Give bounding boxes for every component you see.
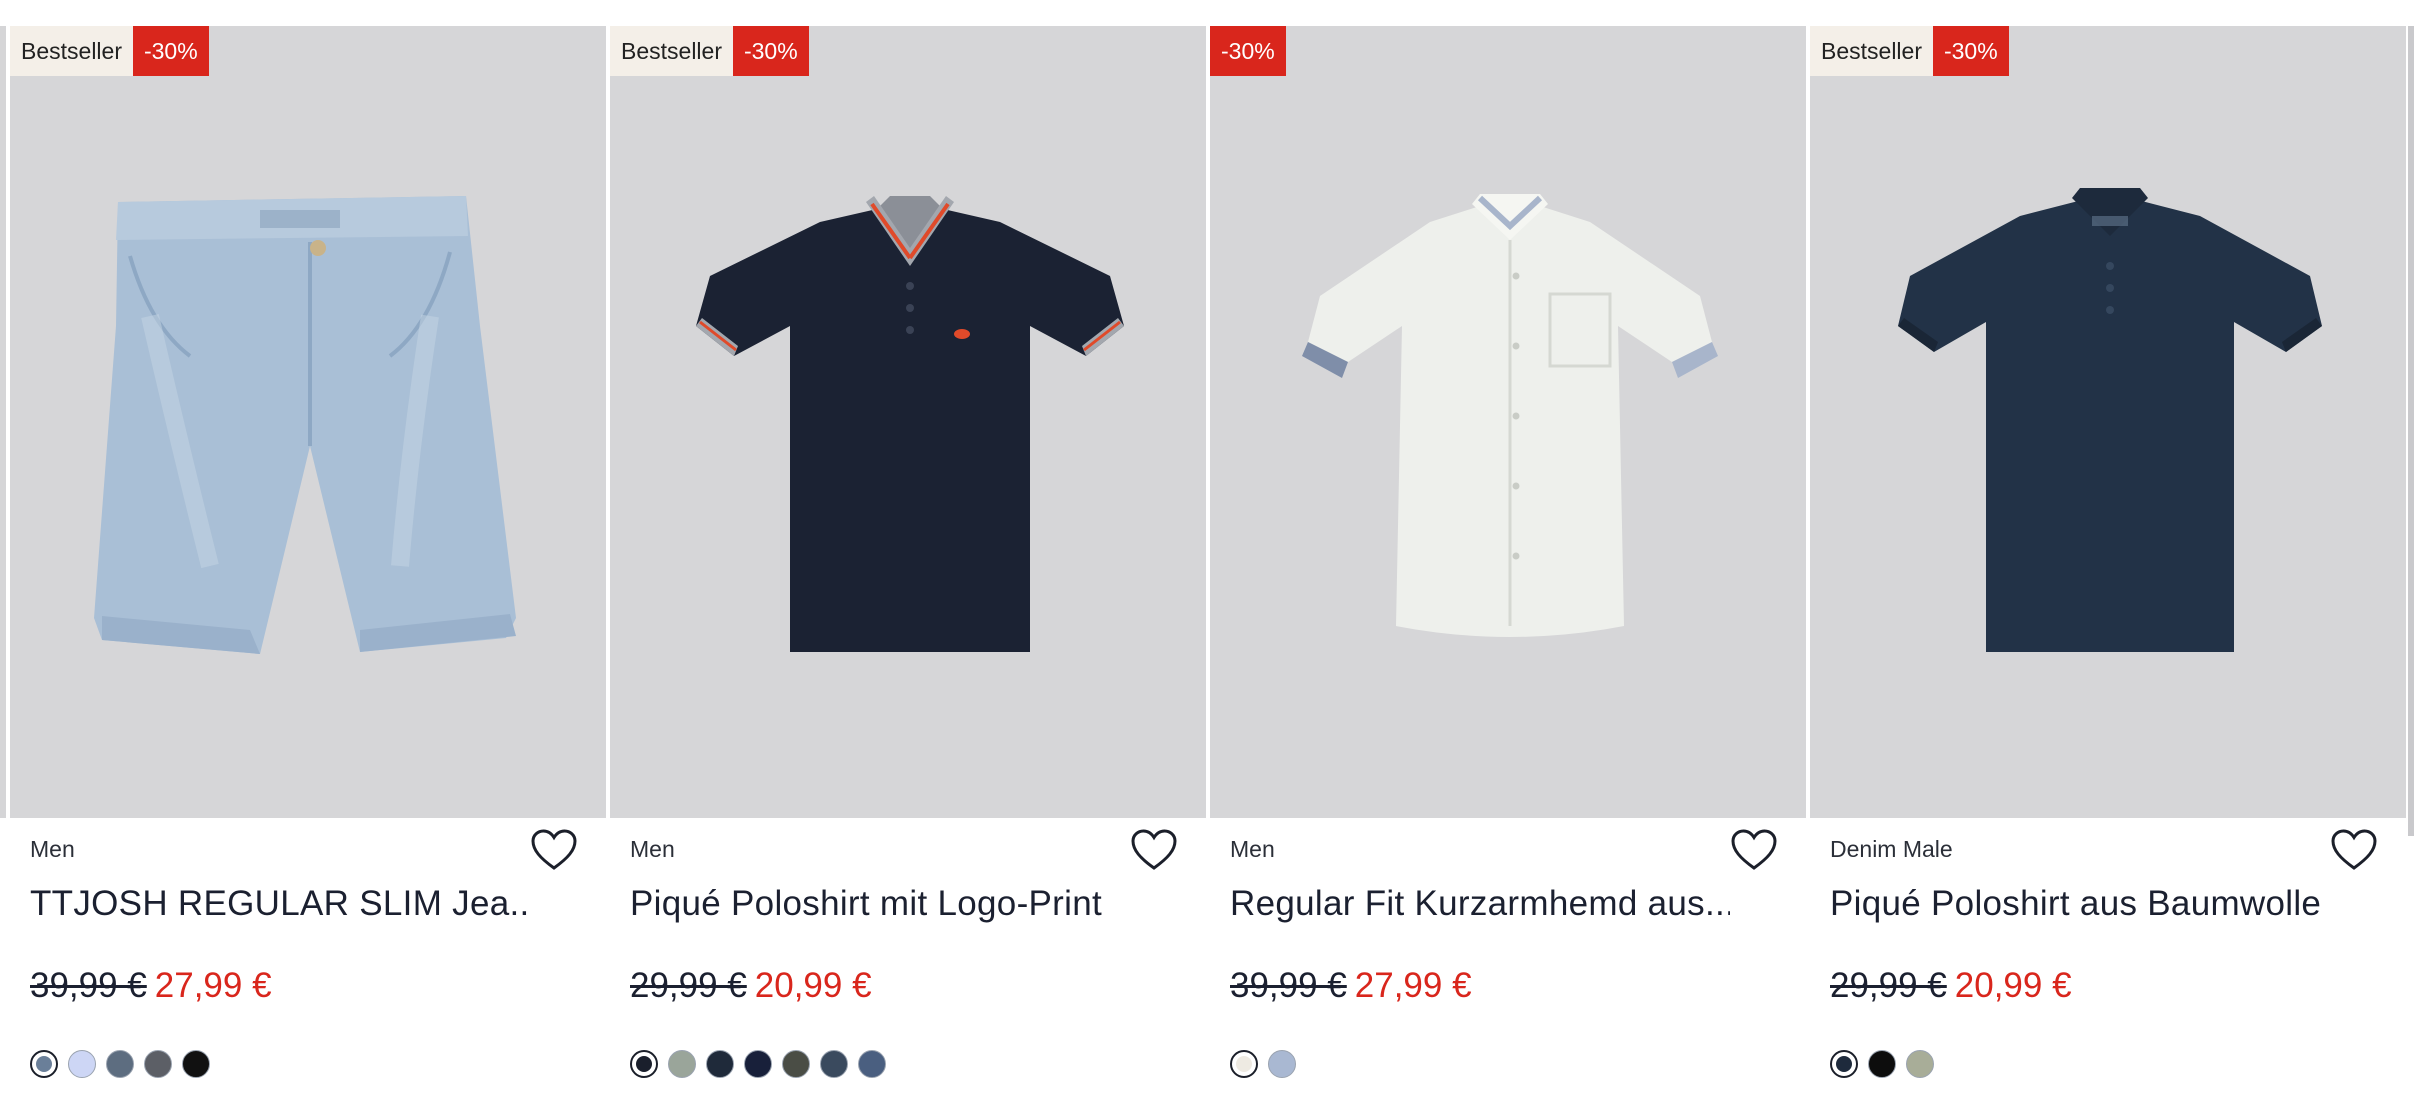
price: 39,99 €27,99 € — [1230, 966, 1472, 1006]
product-title[interactable]: Piqué Poloshirt mit Logo-Print — [630, 884, 1130, 924]
bestseller-badge: Bestseller — [1810, 26, 1933, 76]
product-card[interactable]: Bestseller -30% Men TTJOSH REGULAR SLIM … — [10, 26, 606, 1108]
color-swatches — [30, 1050, 210, 1078]
sale-price: 20,99 € — [754, 966, 872, 1005]
color-swatch[interactable] — [30, 1050, 58, 1078]
badges: -30% — [1210, 26, 1286, 76]
original-price: 29,99 € — [630, 966, 747, 1005]
color-swatch[interactable] — [668, 1050, 696, 1078]
price: 29,99 €20,99 € — [630, 966, 872, 1006]
bestseller-badge: Bestseller — [10, 26, 133, 76]
color-swatch[interactable] — [744, 1050, 772, 1078]
product-title[interactable]: Piqué Poloshirt aus Baumwolle — [1830, 884, 2330, 924]
discount-badge: -30% — [1210, 26, 1286, 76]
product-title[interactable]: TTJOSH REGULAR SLIM Jea... — [30, 884, 530, 924]
brand-label: Men — [30, 836, 75, 862]
color-swatch[interactable] — [144, 1050, 172, 1078]
sale-price: 20,99 € — [1954, 966, 2072, 1005]
discount-badge: -30% — [732, 26, 809, 76]
product-image[interactable]: -30% — [1210, 26, 1806, 818]
product-grid: Bestseller -30% Men TTJOSH REGULAR SLIM … — [0, 26, 2414, 1108]
wishlist-heart-icon[interactable] — [530, 828, 578, 872]
denim-shorts-image — [94, 196, 516, 654]
color-swatches — [1830, 1050, 1934, 1078]
color-swatch[interactable] — [1868, 1050, 1896, 1078]
product-image[interactable]: Bestseller -30% — [10, 26, 606, 818]
color-swatch[interactable] — [1268, 1050, 1296, 1078]
price: 29,99 €20,99 € — [1830, 966, 2072, 1006]
color-swatch[interactable] — [106, 1050, 134, 1078]
white-shirt-image — [1302, 194, 1718, 637]
product-card[interactable]: Bestseller -30% Men Piqué Poloshirt mit … — [610, 26, 1206, 1108]
wishlist-heart-icon[interactable] — [2330, 828, 2378, 872]
color-swatch[interactable] — [858, 1050, 886, 1078]
wishlist-heart-icon[interactable] — [1130, 828, 1178, 872]
color-swatch[interactable] — [1906, 1050, 1934, 1078]
navy-polo-image — [1898, 188, 2322, 652]
brand-label: Men — [630, 836, 675, 862]
color-swatches — [630, 1050, 886, 1078]
product-image[interactable]: Bestseller -30% — [1810, 26, 2406, 818]
product-title[interactable]: Regular Fit Kurzarmhemd aus... — [1230, 884, 1730, 924]
bestseller-badge: Bestseller — [610, 26, 733, 76]
product-card[interactable]: Bestseller -30% Denim Male Piqué Poloshi… — [1810, 26, 2406, 1108]
original-price: 39,99 € — [30, 966, 147, 1005]
color-swatch[interactable] — [706, 1050, 734, 1078]
color-swatch[interactable] — [1830, 1050, 1858, 1078]
discount-badge: -30% — [1932, 26, 2009, 76]
sale-price: 27,99 € — [1354, 966, 1472, 1005]
sale-price: 27,99 € — [154, 966, 272, 1005]
price: 39,99 €27,99 € — [30, 966, 272, 1006]
badges: Bestseller -30% — [610, 26, 809, 76]
discount-badge: -30% — [132, 26, 209, 76]
next-card-edge — [2408, 26, 2414, 836]
color-swatches — [1230, 1050, 1296, 1078]
wishlist-heart-icon[interactable] — [1730, 828, 1778, 872]
badges: Bestseller -30% — [1810, 26, 2009, 76]
product-image[interactable]: Bestseller -30% — [610, 26, 1206, 818]
color-swatch[interactable] — [182, 1050, 210, 1078]
color-swatch[interactable] — [68, 1050, 96, 1078]
product-card[interactable]: -30% Men Regular Fit Kurzarmhemd aus... … — [1210, 26, 1806, 1108]
color-swatch[interactable] — [630, 1050, 658, 1078]
brand-label: Men — [1230, 836, 1275, 862]
color-swatch[interactable] — [1230, 1050, 1258, 1078]
color-swatch[interactable] — [820, 1050, 848, 1078]
brand-label: Denim Male — [1830, 836, 1953, 862]
badges: Bestseller -30% — [10, 26, 209, 76]
original-price: 39,99 € — [1230, 966, 1347, 1005]
original-price: 29,99 € — [1830, 966, 1947, 1005]
navy-polo-image — [696, 196, 1124, 652]
color-swatch[interactable] — [782, 1050, 810, 1078]
